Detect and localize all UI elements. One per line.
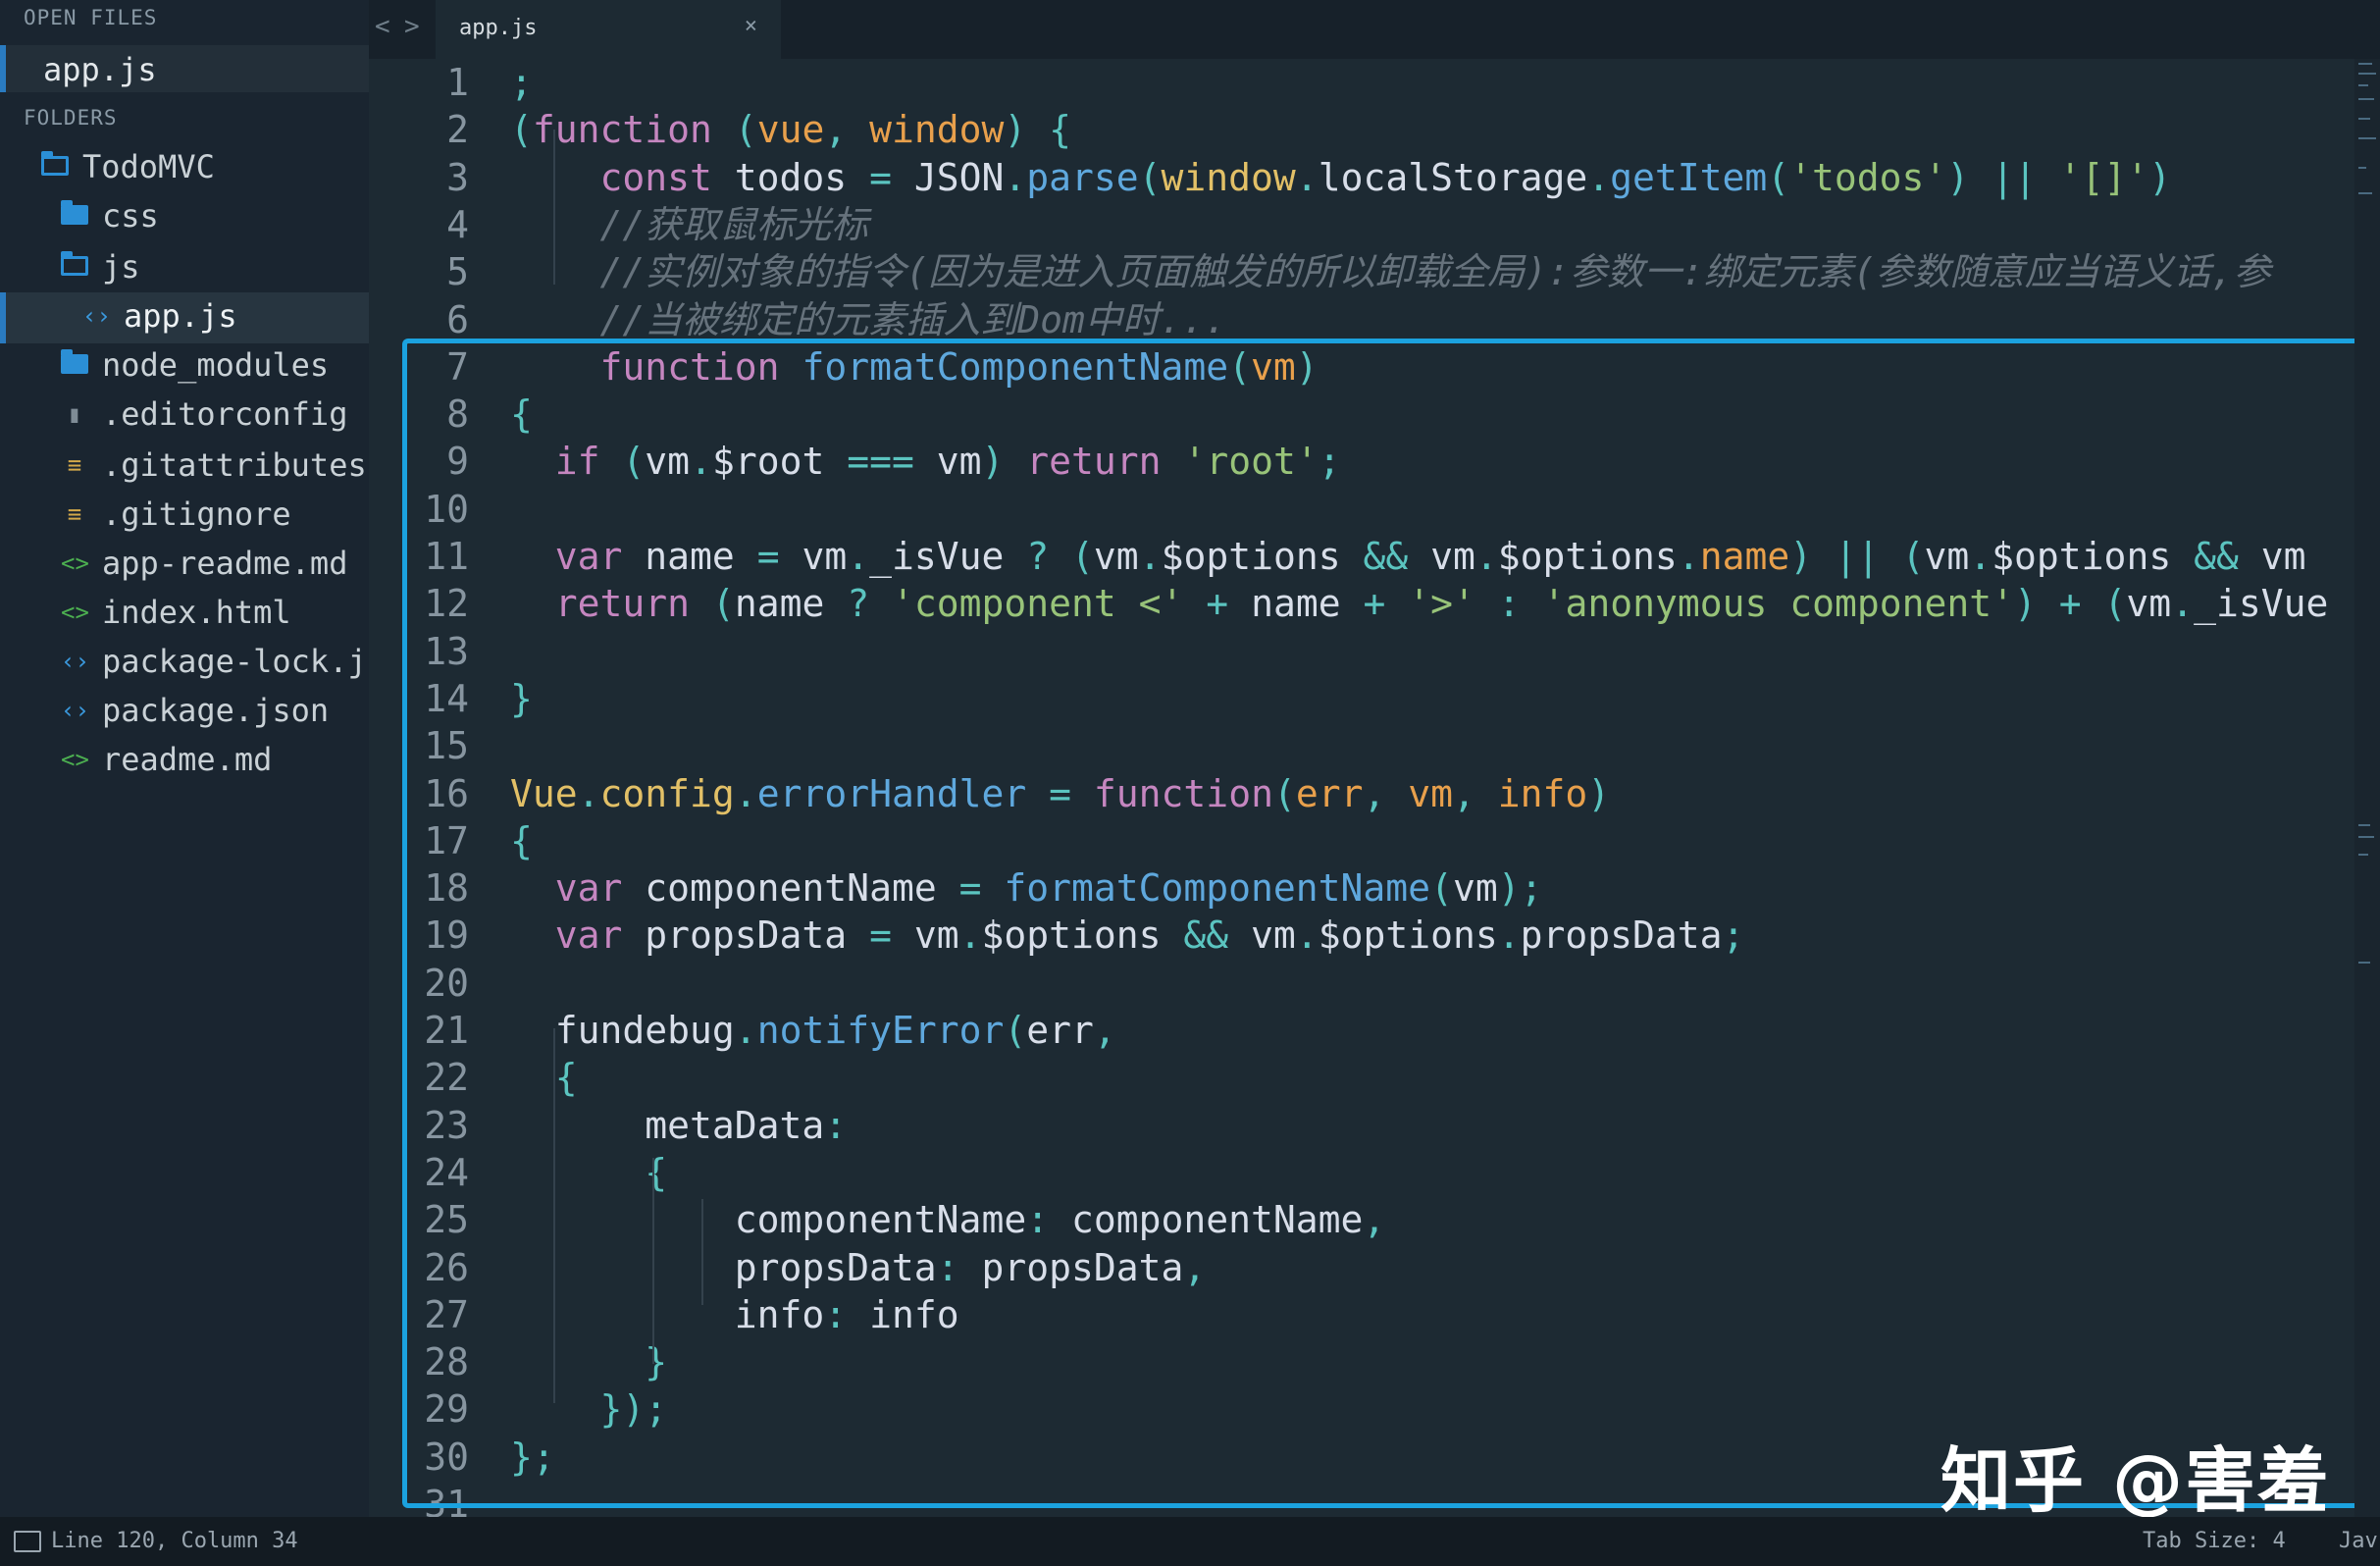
text-file-icon: ≡ <box>67 451 82 479</box>
line-number: 3 <box>446 155 469 199</box>
cursor-position[interactable]: Line 120, Column 34 <box>51 1529 298 1553</box>
tree-item-label: js <box>102 248 140 286</box>
tree-item[interactable]: <> index.html <box>61 589 291 636</box>
tree-item-label: node_modules <box>102 346 330 384</box>
line-number: 2 <box>446 108 469 152</box>
close-icon[interactable]: × <box>745 14 757 38</box>
indent-guide <box>553 130 555 285</box>
tree-item[interactable]: css <box>61 192 159 239</box>
open-file-item[interactable]: app.js <box>0 45 369 92</box>
code-file-icon: ‹› <box>61 648 89 675</box>
nav-back-icon[interactable]: < <box>375 12 390 41</box>
tree-item[interactable]: ≡ .gitattributes <box>61 442 367 489</box>
tree-item-label: readme.md <box>102 741 273 778</box>
tree-item-label: index.html <box>102 594 291 631</box>
markup-file-icon: <> <box>61 549 89 577</box>
highlight-box <box>402 339 2380 1508</box>
tab-app-js[interactable]: app.js × <box>436 0 781 59</box>
file-icon: ▮ <box>67 400 82 428</box>
code-line: //当被绑定的元素插入到Dom中时... <box>510 297 1227 341</box>
line-number: 6 <box>446 297 469 341</box>
tab-label: app.js <box>459 16 538 40</box>
folder-icon <box>61 349 88 374</box>
tree-item[interactable]: ‹› package-lock.j <box>61 638 367 685</box>
sidebar: OPEN FILES app.js FOLDERS TodoMVC css js ‹›… <box>0 0 369 1517</box>
tree-item[interactable]: TodoMVC <box>41 143 215 190</box>
watermark: 知乎 @害羞 <box>1940 1439 2331 1522</box>
minimap[interactable] <box>2354 59 2380 1517</box>
line-number: 5 <box>446 250 469 294</box>
tree-item[interactable]: <> app-readme.md <box>61 540 347 587</box>
tree-item-label: .editorconfig <box>102 395 348 433</box>
code-file-icon: ‹› <box>61 697 89 724</box>
panel-toggle-icon[interactable] <box>14 1531 41 1552</box>
nav-forward-icon[interactable]: > <box>404 12 420 41</box>
markup-file-icon: <> <box>61 746 89 773</box>
line-number: 4 <box>446 202 469 246</box>
markup-file-icon: <> <box>61 599 89 626</box>
tab-size[interactable]: Tab Size: 4 <box>2143 1529 2286 1553</box>
code-line: ; <box>510 61 533 104</box>
status-bar: Line 120, Column 34 Tab Size: 4 Jav <box>0 1517 2380 1566</box>
tree-item[interactable]: ▮ .editorconfig <box>61 391 348 438</box>
tree-item-label: .gitignore <box>102 496 291 533</box>
tree-item[interactable]: <> readme.md <box>61 736 272 783</box>
tree-item-label: .gitattributes <box>102 446 367 484</box>
code-line: const todos = JSON.parse(window.localSto… <box>599 155 2172 199</box>
code-file-icon: ‹› <box>82 302 111 330</box>
open-files-header: OPEN FILES <box>24 6 158 29</box>
tab-bar: < > app.js × <box>369 0 2380 59</box>
tree-item-label: app-readme.md <box>102 545 348 582</box>
folder-icon <box>61 200 88 225</box>
code-line: //实例对象的指令(因为是进入页面触发的所以卸载全局):参数一:绑定元素(参数随… <box>510 250 2271 294</box>
tree-item-label: package.json <box>102 692 330 729</box>
folder-open-icon <box>41 151 69 176</box>
tree-item[interactable]: js <box>61 243 140 290</box>
tree-item[interactable]: ‹› package.json <box>61 687 329 734</box>
open-file-label: app.js <box>43 51 157 88</box>
tree-item[interactable]: node_modules <box>61 341 329 389</box>
tree-item-label: css <box>102 197 159 235</box>
tree-item[interactable]: ‹› app.js <box>82 292 237 339</box>
tree-item[interactable]: ≡ .gitignore <box>61 491 291 538</box>
folders-header: FOLDERS <box>24 106 118 130</box>
line-number: 1 <box>446 61 469 104</box>
folder-open-icon <box>61 251 88 276</box>
code-line: (function (vue, window) { <box>510 108 1072 152</box>
tree-item-label: package-lock.j <box>102 643 367 680</box>
tree-item-label: app.js <box>124 297 237 335</box>
open-file-indicator <box>0 45 6 92</box>
text-file-icon: ≡ <box>67 500 82 528</box>
tree-item-label: TodoMVC <box>82 148 215 185</box>
syntax-mode[interactable]: Jav <box>2339 1529 2378 1553</box>
code-line: //获取鼠标光标 <box>510 202 869 246</box>
